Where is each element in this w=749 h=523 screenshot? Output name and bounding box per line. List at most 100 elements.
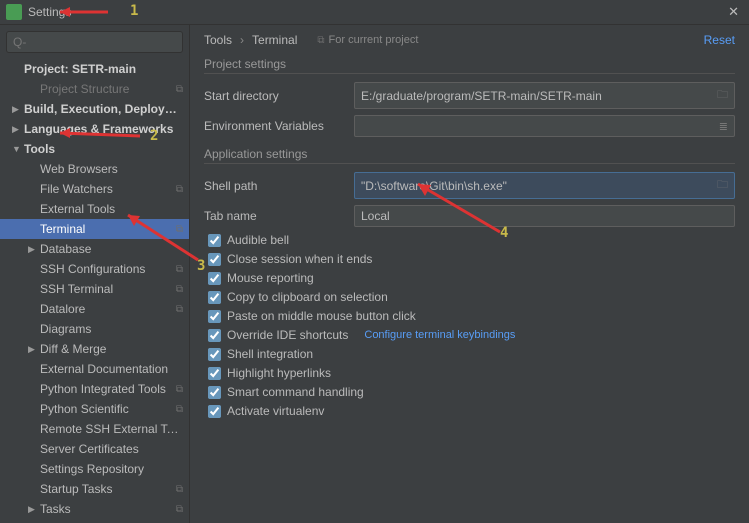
sidebar-item-label: Settings Repository	[40, 462, 183, 476]
checkbox[interactable]	[208, 386, 221, 399]
copy-icon: ⧉	[176, 484, 183, 495]
sidebar-item-python-scientific[interactable]: Python Scientific⧉	[0, 399, 189, 419]
sidebar-item-terminal[interactable]: Terminal⧉	[0, 219, 189, 239]
scope-tag: ⧉ For current project	[317, 34, 418, 46]
checkbox-label: Highlight hyperlinks	[227, 366, 331, 380]
copy-icon: ⧉	[176, 184, 183, 195]
chevron-icon: ▶	[12, 124, 22, 135]
sidebar-item-diff-merge[interactable]: ▶Diff & Merge	[0, 339, 189, 359]
close-icon[interactable]: ✕	[724, 4, 743, 20]
checkbox[interactable]	[208, 405, 221, 418]
folder-icon[interactable]: 🗀	[717, 176, 728, 195]
sidebar-item-label: Python Scientific	[40, 402, 176, 416]
sidebar-project[interactable]: Project: SETR-main	[0, 59, 189, 79]
copy-icon: ⧉	[176, 404, 183, 415]
sidebar-item-label: File Watchers	[40, 182, 176, 196]
sidebar-item-build-execution-deployment[interactable]: ▶Build, Execution, Deployment	[0, 99, 189, 119]
section-app-settings: Application settings	[204, 147, 735, 164]
sidebar-item-external-tools[interactable]: External Tools	[0, 199, 189, 219]
sidebar-item-label: Build, Execution, Deployment	[24, 102, 183, 116]
reset-link[interactable]: Reset	[704, 33, 735, 47]
input-env-vars[interactable]: ≣	[354, 115, 735, 137]
input-start-directory[interactable]: E:/graduate/program/SETR-main/SETR-main …	[354, 82, 735, 109]
copy-icon: ⧉	[317, 35, 324, 46]
sidebar-item-tasks[interactable]: ▶Tasks⧉	[0, 499, 189, 519]
input-tab-name[interactable]: Local	[354, 205, 735, 227]
label-shell-path: Shell path	[204, 179, 344, 193]
checkbox-label: Activate virtualenv	[227, 404, 324, 418]
sidebar-item-project-structure[interactable]: Project Structure⧉	[0, 79, 189, 99]
sidebar-item-label: Diff & Merge	[40, 342, 183, 356]
checkbox-label: Paste on middle mouse button click	[227, 309, 416, 323]
checkbox-label: Shell integration	[227, 347, 313, 361]
sidebar-item-web-browsers[interactable]: Web Browsers	[0, 159, 189, 179]
sidebar-item-label: SSH Configurations	[40, 262, 176, 276]
sidebar-item-settings-repository[interactable]: Settings Repository	[0, 459, 189, 479]
sidebar-item-python-integrated-tools[interactable]: Python Integrated Tools⧉	[0, 379, 189, 399]
copy-icon: ⧉	[176, 284, 183, 295]
checkbox[interactable]	[208, 291, 221, 304]
checkbox-label: Audible bell	[227, 233, 289, 247]
sidebar-item-external-documentation[interactable]: External Documentation	[0, 359, 189, 379]
sidebar-item-tools[interactable]: ▼Tools	[0, 139, 189, 159]
search-input[interactable]	[6, 31, 183, 53]
checkbox[interactable]	[208, 310, 221, 323]
checkbox[interactable]	[208, 272, 221, 285]
chevron-right-icon: ›	[240, 33, 244, 47]
checkbox[interactable]	[208, 253, 221, 266]
list-icon[interactable]: ≣	[719, 120, 728, 133]
checkbox[interactable]	[208, 234, 221, 247]
chevron-icon: ▼	[12, 144, 22, 154]
sidebar-item-label: Python Integrated Tools	[40, 382, 176, 396]
label-start-directory: Start directory	[204, 89, 344, 103]
sidebar-item-ssh-configurations[interactable]: SSH Configurations⧉	[0, 259, 189, 279]
input-shell-path[interactable]: "D:\software\Git\bin\sh.exe" 🗀	[354, 172, 735, 199]
checkbox[interactable]	[208, 329, 221, 342]
crumb-terminal: Terminal	[252, 33, 297, 47]
sidebar-item-file-watchers[interactable]: File Watchers⧉	[0, 179, 189, 199]
checkbox-label: Smart command handling	[227, 385, 364, 399]
sidebar-item-label: Startup Tasks	[40, 482, 176, 496]
check-row-audible-bell: Audible bell	[208, 233, 735, 247]
checkbox[interactable]	[208, 348, 221, 361]
folder-icon[interactable]: 🗀	[717, 86, 728, 105]
section-project-settings: Project settings	[204, 57, 735, 74]
check-row-close-session-when-it-ends: Close session when it ends	[208, 252, 735, 266]
sidebar-item-startup-tasks[interactable]: Startup Tasks⧉	[0, 479, 189, 499]
check-row-override-ide-shortcuts: Override IDE shortcutsConfigure terminal…	[208, 328, 735, 342]
crumb-tools[interactable]: Tools	[204, 33, 232, 47]
check-row-smart-command-handling: Smart command handling	[208, 385, 735, 399]
sidebar-item-database[interactable]: ▶Database	[0, 239, 189, 259]
sidebar-item-languages-frameworks[interactable]: ▶Languages & Frameworks	[0, 119, 189, 139]
copy-icon: ⧉	[176, 304, 183, 315]
label-env-vars: Environment Variables	[204, 119, 344, 133]
check-row-paste-on-middle-mouse-button-click: Paste on middle mouse button click	[208, 309, 735, 323]
check-row-highlight-hyperlinks: Highlight hyperlinks	[208, 366, 735, 380]
keybindings-link[interactable]: Configure terminal keybindings	[364, 329, 515, 341]
titlebar: Settings ✕	[0, 0, 749, 25]
sidebar-item-label: Project Structure	[40, 82, 176, 96]
sidebar-item-label: Remote SSH External Tools	[40, 422, 183, 436]
app-icon	[6, 4, 22, 20]
sidebar: Project: SETR-mainProject Structure⧉▶Bui…	[0, 25, 190, 523]
copy-icon: ⧉	[176, 264, 183, 275]
sidebar-item-ssh-terminal[interactable]: SSH Terminal⧉	[0, 279, 189, 299]
sidebar-item-label: Database	[40, 242, 183, 256]
checkbox[interactable]	[208, 367, 221, 380]
check-row-mouse-reporting: Mouse reporting	[208, 271, 735, 285]
copy-icon: ⧉	[176, 224, 183, 235]
check-row-copy-to-clipboard-on-selection: Copy to clipboard on selection	[208, 290, 735, 304]
sidebar-item-label: Languages & Frameworks	[24, 122, 183, 136]
check-row-shell-integration: Shell integration	[208, 347, 735, 361]
content-pane: Tools › Terminal ⧉ For current project R…	[190, 25, 749, 523]
sidebar-item-diagrams[interactable]: Diagrams	[0, 319, 189, 339]
scope-label: For current project	[329, 34, 419, 46]
sidebar-item-remote-ssh-external-tools[interactable]: Remote SSH External Tools	[0, 419, 189, 439]
sidebar-item-label: Terminal	[40, 222, 176, 236]
sidebar-item-server-certificates[interactable]: Server Certificates	[0, 439, 189, 459]
sidebar-item-vagrant[interactable]: Vagrant	[0, 519, 189, 523]
check-row-activate-virtualenv: Activate virtualenv	[208, 404, 735, 418]
copy-icon: ⧉	[176, 504, 183, 515]
sidebar-item-datalore[interactable]: Datalore⧉	[0, 299, 189, 319]
chevron-icon: ▶	[28, 244, 38, 255]
